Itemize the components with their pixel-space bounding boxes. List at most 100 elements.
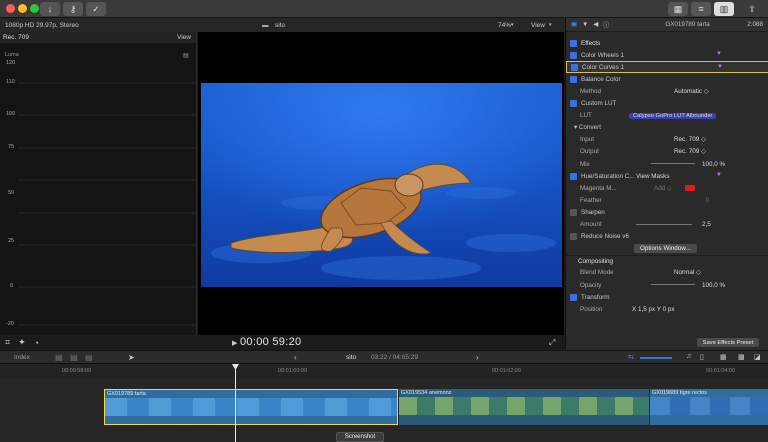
- effect-checkbox[interactable]: [571, 63, 578, 71]
- share-icon[interactable]: ⇪: [742, 2, 762, 16]
- audio-meter-icon[interactable]: ▯: [700, 353, 704, 361]
- clip-append-icon[interactable]: ▤: [85, 353, 93, 362]
- speed-icon[interactable]: ◔: [34, 338, 39, 348]
- timeline-clip[interactable]: GX019789 tarta: [104, 389, 398, 425]
- inspector-row[interactable]: Color Curves 1 ▼: [566, 61, 768, 74]
- color-mask-icon[interactable]: ▼: [717, 64, 723, 70]
- index-button[interactable]: Index: [14, 354, 30, 361]
- inspector-row[interactable]: Method Automatic ◇: [566, 85, 768, 97]
- inspector-row[interactable]: Transform: [566, 291, 768, 303]
- headphones-icon[interactable]: ♫: [686, 353, 691, 360]
- snapping-icon[interactable]: ⇆: [628, 353, 634, 361]
- effect-checkbox[interactable]: [570, 208, 577, 216]
- inspector-row-value[interactable]: 100,0 %: [702, 161, 725, 168]
- color-mask-icon[interactable]: ▼: [716, 51, 722, 57]
- audio-inspector-icon[interactable]: ◀: [593, 21, 598, 28]
- download-icon[interactable]: ↓: [40, 2, 60, 16]
- key-icon[interactable]: ⚷: [63, 2, 83, 16]
- inspector-row-value[interactable]: Automatic ◇: [674, 88, 709, 95]
- inspector-row[interactable]: Feather 0: [566, 194, 768, 206]
- effect-checkbox[interactable]: [570, 233, 577, 241]
- inspector-row-value[interactable]: View Masks: [636, 173, 669, 180]
- inspector-row-value[interactable]: Calypso GoPro LUT Allrounder: [629, 112, 717, 119]
- inspector-row[interactable]: Compositing: [566, 254, 768, 267]
- color-inspector-icon[interactable]: ▼: [582, 21, 588, 28]
- timeline-clip[interactable]: GX019534 anemonz: [399, 389, 649, 425]
- grid-icon[interactable]: ▦: [668, 2, 688, 16]
- play-icon[interactable]: ▶: [232, 339, 237, 347]
- parameter-slider[interactable]: [651, 284, 695, 285]
- minimize-window-button[interactable]: [18, 4, 27, 13]
- playhead[interactable]: [235, 364, 236, 442]
- effect-checkbox[interactable]: [570, 293, 577, 301]
- inspector-row[interactable]: Hue/Saturation C... View Masks ▼: [566, 170, 768, 182]
- checkmark-icon[interactable]: ✓: [86, 2, 106, 16]
- timeline-clip[interactable]: GX019689 tigre rectos: [650, 389, 768, 425]
- info-inspector-icon[interactable]: ⓘ: [603, 20, 609, 29]
- view-menu[interactable]: View: [531, 22, 545, 29]
- select-tool-icon[interactable]: ➤: [128, 353, 135, 362]
- inspector-row[interactable]: Opacity 100,0 %: [566, 279, 768, 291]
- color-mask-icon[interactable]: ▼: [716, 172, 722, 178]
- inspector-row[interactable]: Input Rec. 709 ◇: [566, 134, 768, 146]
- inspector-row[interactable]: Position X 1,5 px Y 0 px: [566, 303, 768, 315]
- video-viewer[interactable]: [198, 32, 564, 335]
- options-window-button[interactable]: Options Window...: [634, 244, 697, 254]
- video-inspector-icon[interactable]: ▣: [571, 21, 577, 28]
- inspector-row[interactable]: Options Window...: [566, 243, 768, 255]
- ruler-tick-label: 00:00:58:00: [62, 368, 92, 374]
- clip-connect-icon[interactable]: ▤: [55, 353, 63, 362]
- effect-checkbox[interactable]: [570, 172, 577, 180]
- zoom-window-button[interactable]: [30, 4, 39, 13]
- inspector-row[interactable]: Mix 100,0 %: [566, 158, 768, 170]
- inspector-row[interactable]: Effects: [566, 37, 768, 49]
- inspector-row[interactable]: Sharpen: [566, 206, 768, 218]
- inspector-icon[interactable]: ▥: [714, 2, 734, 16]
- inspector-row-value[interactable]: Normal ◇: [674, 269, 701, 276]
- timecode-display[interactable]: 00:00 59:20: [240, 336, 301, 348]
- fullscreen-icon[interactable]: ⤢: [549, 338, 555, 348]
- inspector-row-label: Custom LUT: [581, 100, 617, 107]
- inspector-row[interactable]: Blend Mode Normal ◇: [566, 267, 768, 279]
- clip-label: GX019689 tigre rectos: [652, 390, 708, 396]
- inspector-row-value[interactable]: X 1,5 px Y 0 px: [632, 306, 674, 313]
- timeline-area[interactable]: GX019789 tarta GX019534 anemonz GX019689…: [0, 364, 768, 442]
- inspector-row-value[interactable]: Rec. 709 ◇: [674, 148, 706, 155]
- timeline-project-name[interactable]: sito: [346, 354, 356, 361]
- effect-checkbox[interactable]: [570, 100, 577, 107]
- inspector-row[interactable]: Reduce Noise v6: [566, 231, 768, 243]
- effect-checkbox[interactable]: [570, 75, 577, 83]
- close-window-button[interactable]: [6, 4, 15, 13]
- parameter-slider[interactable]: [651, 163, 695, 164]
- inspector-row[interactable]: Output Rec. 709 ◇: [566, 146, 768, 158]
- forward-arrow-icon[interactable]: ›: [476, 353, 479, 362]
- effect-checkbox[interactable]: [570, 39, 577, 47]
- magic-wand-icon[interactable]: ✦: [18, 337, 26, 348]
- inspector-row[interactable]: Balance Color: [566, 73, 768, 85]
- inspector-row[interactable]: Custom LUT: [566, 98, 768, 110]
- inspector-row[interactable]: LUT Calypso GoPro LUT Allrounder: [566, 110, 768, 122]
- inspector-row-value[interactable]: Rec. 709 ◇: [674, 136, 706, 143]
- inspector-row[interactable]: Magenta M... Add ◇: [566, 182, 768, 194]
- inspector-row-value[interactable]: 2,5: [702, 221, 711, 228]
- inspector-row[interactable]: ▾ Convert: [566, 122, 768, 134]
- back-arrow-icon[interactable]: ‹: [294, 353, 297, 362]
- inspector-row-value[interactable]: Add ◇: [654, 185, 672, 192]
- zoom-select[interactable]: 74%: [498, 22, 511, 29]
- parameter-slider[interactable]: [636, 223, 692, 225]
- clip-appearance-icon[interactable]: ▦: [720, 353, 727, 361]
- mask-color-swatch[interactable]: [685, 185, 695, 192]
- inspector-row[interactable]: Color Wheels 1 ▼: [566, 49, 768, 61]
- inspector-row-value[interactable]: 100,0 %: [702, 282, 725, 289]
- zoom-slider[interactable]: [640, 357, 672, 359]
- timeline-ruler[interactable]: 00:00:58:00 00:01:00:00 00:01:02:00 00:0…: [0, 364, 768, 378]
- save-effects-preset-button[interactable]: Save Effects Preset: [697, 338, 759, 347]
- inspector-row[interactable]: Amount 2,5: [566, 219, 768, 231]
- effect-checkbox[interactable]: [570, 51, 577, 59]
- sliders-icon[interactable]: ≡: [691, 2, 711, 16]
- effects-browser-icon[interactable]: ▩: [738, 353, 745, 361]
- transitions-browser-icon[interactable]: ◪: [754, 353, 761, 361]
- crop-tool-icon[interactable]: ⌗: [5, 337, 10, 348]
- inspector-row-value[interactable]: 0: [706, 197, 710, 204]
- clip-insert-icon[interactable]: ▤: [70, 353, 78, 362]
